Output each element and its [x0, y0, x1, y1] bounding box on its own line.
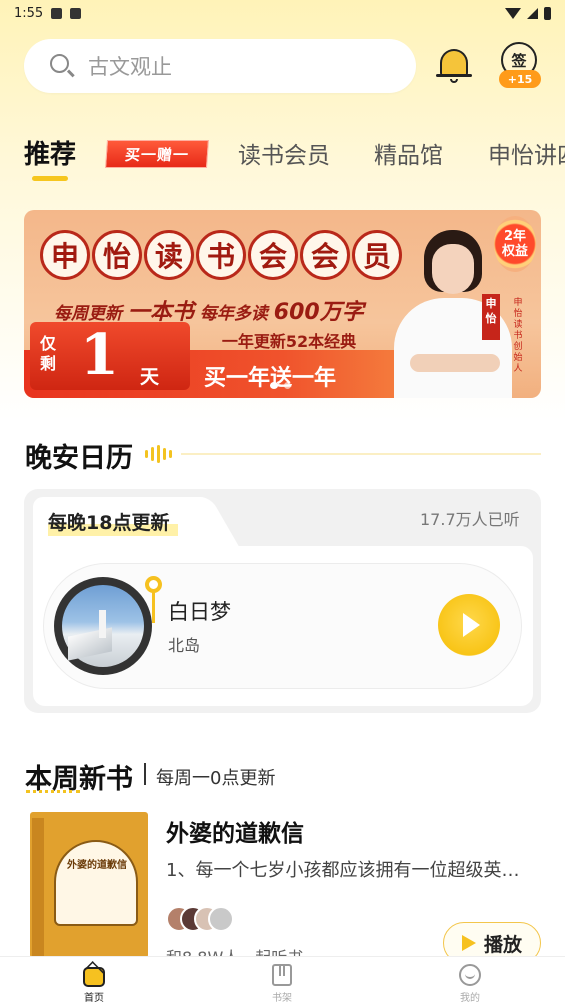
- title-divider: [144, 763, 146, 785]
- tonearm-icon: [152, 591, 155, 623]
- battery-icon: [544, 6, 551, 20]
- category-tabs: 推荐 读书会员 精品馆 申怡讲四: [0, 128, 565, 188]
- play-label: 播放: [483, 933, 522, 956]
- badge-line: 权益: [501, 244, 528, 259]
- audio-wave-icon: [145, 445, 172, 463]
- play-icon: [461, 935, 476, 951]
- search-icon: [48, 52, 76, 80]
- badge-line: 2年: [503, 229, 527, 244]
- membership-banner[interactable]: 申 怡 读 书 会 会 员 每周更新 一本书 每年多读 600万字 一年更新52…: [24, 210, 541, 398]
- active-tab-indicator: [32, 176, 68, 181]
- banner-title-char: 怡: [92, 230, 142, 280]
- tab-shenyi-lectures[interactable]: 申怡讲四: [488, 136, 565, 170]
- bottom-navigation: 首页 书架 我的: [0, 956, 565, 1004]
- page-dot: [284, 382, 291, 389]
- tab-premium-hall[interactable]: 精品馆: [374, 136, 443, 170]
- nav-label: 我的: [460, 993, 480, 1004]
- avatar: [208, 906, 234, 932]
- banner-title-char: 申: [40, 230, 90, 280]
- presenter-title: 申怡读书创始人: [513, 298, 523, 374]
- signin-bonus-badge: +15: [499, 70, 541, 88]
- tab-reading-membership[interactable]: 读书会员: [238, 136, 330, 170]
- countdown-number: 1: [80, 322, 119, 388]
- section-divider: [181, 453, 541, 455]
- tab-buy-one-get-one[interactable]: 买一赠一: [105, 140, 209, 168]
- nav-label: 书架: [272, 993, 292, 1004]
- profile-icon: [458, 963, 482, 987]
- nav-bookshelf[interactable]: 书架: [222, 957, 342, 1004]
- two-year-benefit-badge: 2年 权益: [494, 216, 536, 272]
- title-underline-decoration: [26, 790, 80, 794]
- search-bar[interactable]: 古文观止: [24, 39, 416, 93]
- presenter-name-tag: 申怡: [482, 294, 500, 340]
- book-description: 1、每一个七岁小孩都应该拥有一位超级英…: [166, 860, 520, 881]
- wifi-icon: [505, 7, 521, 19]
- notification-bell-icon[interactable]: [436, 44, 472, 84]
- night-calendar-title: 晚安日历: [25, 443, 133, 474]
- daily-signin-button[interactable]: 签 +15: [498, 42, 541, 88]
- banner-title-char: 会: [300, 230, 350, 280]
- tagline-part: 600万字: [273, 300, 364, 325]
- home-icon: [82, 961, 106, 987]
- tonearm-pivot-icon: [145, 576, 162, 593]
- banner-page-indicator: [270, 382, 291, 389]
- banner-title-char: 书: [196, 230, 246, 280]
- nav-profile[interactable]: 我的: [410, 957, 530, 1004]
- nav-label: 首页: [84, 993, 104, 1004]
- banner-ribbon: 一年更新52本经典: [221, 332, 357, 351]
- bookshelf-icon: [270, 963, 294, 987]
- countdown-label: 仅剩: [40, 334, 57, 373]
- night-update-label: 每晚18点更新: [48, 512, 170, 534]
- app-notification-icon: [70, 7, 82, 19]
- banner-title-char: 会: [248, 230, 298, 280]
- tagline-part: 每年多读: [199, 304, 268, 324]
- book-cover-label: [54, 840, 138, 926]
- status-indicators: [505, 6, 551, 20]
- book-spine: [32, 818, 44, 958]
- tab-recommend[interactable]: 推荐: [24, 134, 76, 171]
- play-button[interactable]: [438, 594, 500, 656]
- book-title[interactable]: 外婆的道歉信: [166, 814, 304, 848]
- banner-title: 申 怡 读 书 会 会 员: [40, 230, 402, 280]
- weekly-books-subtitle: 每周一0点更新: [156, 768, 276, 789]
- countdown-unit: 天: [140, 366, 160, 388]
- status-bar: 1:55: [0, 0, 565, 26]
- listen-count: 17.7万人已听: [420, 510, 520, 529]
- search-placeholder: 古文观止: [88, 55, 172, 79]
- tagline-part: 每周更新: [54, 304, 122, 324]
- track-artist: 北岛: [168, 636, 201, 655]
- listener-avatars: [166, 906, 238, 934]
- status-time: 1:55: [14, 5, 44, 21]
- book-cover-title: 外婆的道歉信: [67, 860, 127, 871]
- banner-title-char: 读: [144, 230, 194, 280]
- album-art-detail: [99, 610, 106, 638]
- track-title: 白日梦: [168, 600, 231, 624]
- gallery-notification-icon: [51, 7, 63, 19]
- nav-home[interactable]: 首页: [34, 957, 154, 1004]
- page-dot-active: [270, 382, 278, 389]
- signal-icon: [527, 7, 538, 19]
